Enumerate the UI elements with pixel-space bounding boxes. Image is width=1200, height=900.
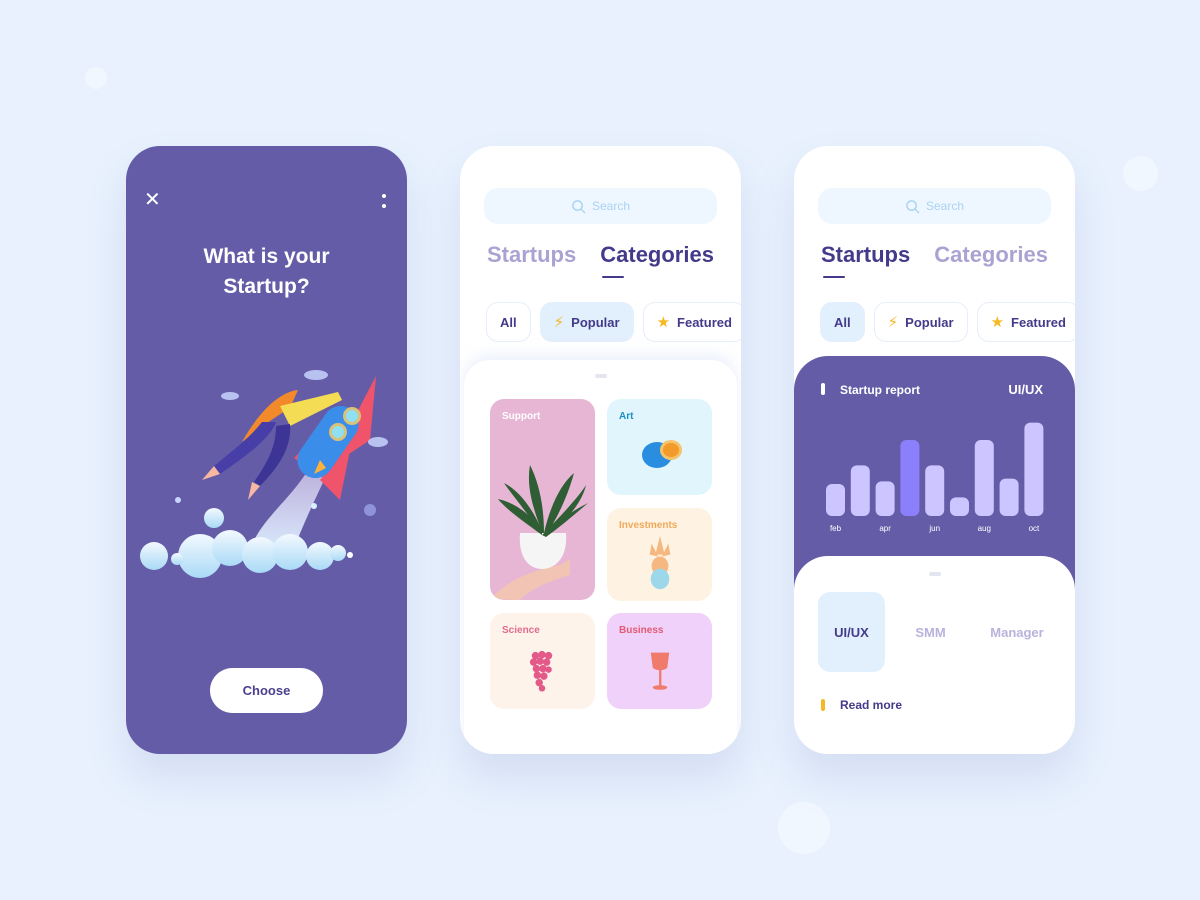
role-smm[interactable]: SMM [897,592,964,672]
lightning-icon: ⚡ [887,313,899,331]
category-label: Art [619,411,634,422]
chip-featured[interactable]: ★ Featured [976,302,1075,342]
search-icon [906,199,920,213]
chart-tick-label: feb [830,524,842,533]
tab-bar: Startups Categories [487,242,714,278]
chart-bar [925,465,945,516]
tab-categories[interactable]: Categories [934,242,1048,268]
chart-tick-label: aug [978,524,991,533]
category-card-science[interactable]: Science [490,613,595,709]
search-input[interactable]: Search [818,188,1051,224]
tab-bar: Startups Categories [821,242,1048,278]
chip-featured[interactable]: ★ Featured [642,302,741,342]
search-placeholder: Search [925,199,965,213]
chip-label: All [500,314,517,330]
drag-handle[interactable] [928,572,941,576]
chart-bar [950,497,969,516]
report-indicator [821,383,825,395]
chart-tick-label: apr [879,524,891,533]
tab-startups[interactable]: Startups [821,242,910,278]
lightning-icon: ⚡ [553,313,565,331]
wine-glass-image [650,652,670,690]
drag-handle[interactable] [594,374,607,378]
roles-sheet: UI/UX SMM Manager Read more [794,556,1075,754]
search-icon [572,199,586,213]
categories-sheet: Support Art Investments Science Business [464,360,737,754]
role-manager[interactable]: Manager [976,592,1058,672]
category-card-business[interactable]: Business [607,613,712,709]
search-input[interactable]: Search [484,188,717,224]
read-more-indicator [821,699,825,711]
filter-chips: All ⚡ Popular ★ Featured [486,302,741,342]
chip-all[interactable]: All [820,302,865,342]
chart-bar [875,481,895,516]
choose-button[interactable]: Choose [210,668,323,713]
role-selector: UI/UX SMM Manager [818,592,1070,672]
category-label: Investments [619,520,678,531]
chip-label: All [834,314,851,330]
category-label: Business [619,625,664,636]
read-more-label: Read more [840,698,903,712]
orange-image [642,440,682,468]
chart-bar [1024,422,1044,516]
chip-popular[interactable]: ⚡ Popular [873,302,968,342]
filter-chips: All ⚡ Popular ★ Featured [820,302,1075,342]
onboarding-screen: ✕ What is your Startup? Choose [126,146,407,754]
girl-riding-rocket-illustration [140,370,388,578]
categories-screen: Search Startups Categories All ⚡ Popular … [460,146,741,754]
read-more-link[interactable]: Read more [821,698,902,712]
background-circle [1123,156,1158,191]
category-label: Science [502,625,540,636]
chip-label: Featured [677,314,732,330]
role-ui-ux[interactable]: UI/UX [818,592,885,672]
chip-label: Featured [1011,314,1066,330]
tab-categories[interactable]: Categories [600,242,714,278]
background-circle [85,67,107,89]
report-tag: UI/UX [1008,382,1043,397]
category-card-art[interactable]: Art [607,399,712,495]
chip-label: Popular [905,314,954,330]
chart-bar [900,440,920,516]
pineapple-image [649,536,671,590]
search-placeholder: Search [591,199,631,213]
category-card-support[interactable]: Support [490,399,595,600]
star-icon: ★ [990,313,1005,331]
tab-startups[interactable]: Startups [487,242,576,268]
close-icon[interactable]: ✕ [144,190,161,210]
more-vertical-icon[interactable] [381,194,387,212]
potted-plant-image [490,465,588,600]
category-card-investments[interactable]: Investments [607,508,712,601]
star-icon: ★ [656,313,671,331]
startups-screen: Search Startups Categories All ⚡ Popular … [794,146,1075,754]
chip-label: Popular [571,314,620,330]
page-title: What is your Startup? [203,245,330,298]
chart-bar [974,440,994,516]
grapes-image [529,650,553,692]
chart-bar [850,465,870,516]
chip-all[interactable]: All [486,302,531,342]
background-circle [778,802,830,854]
chart-tick-label: oct [1029,524,1040,533]
chart-bar [826,484,845,516]
chart-bar [999,478,1019,516]
chart-tick-label: jun [928,524,940,533]
report-title: Startup report [840,383,921,397]
chip-popular[interactable]: ⚡ Popular [539,302,634,342]
